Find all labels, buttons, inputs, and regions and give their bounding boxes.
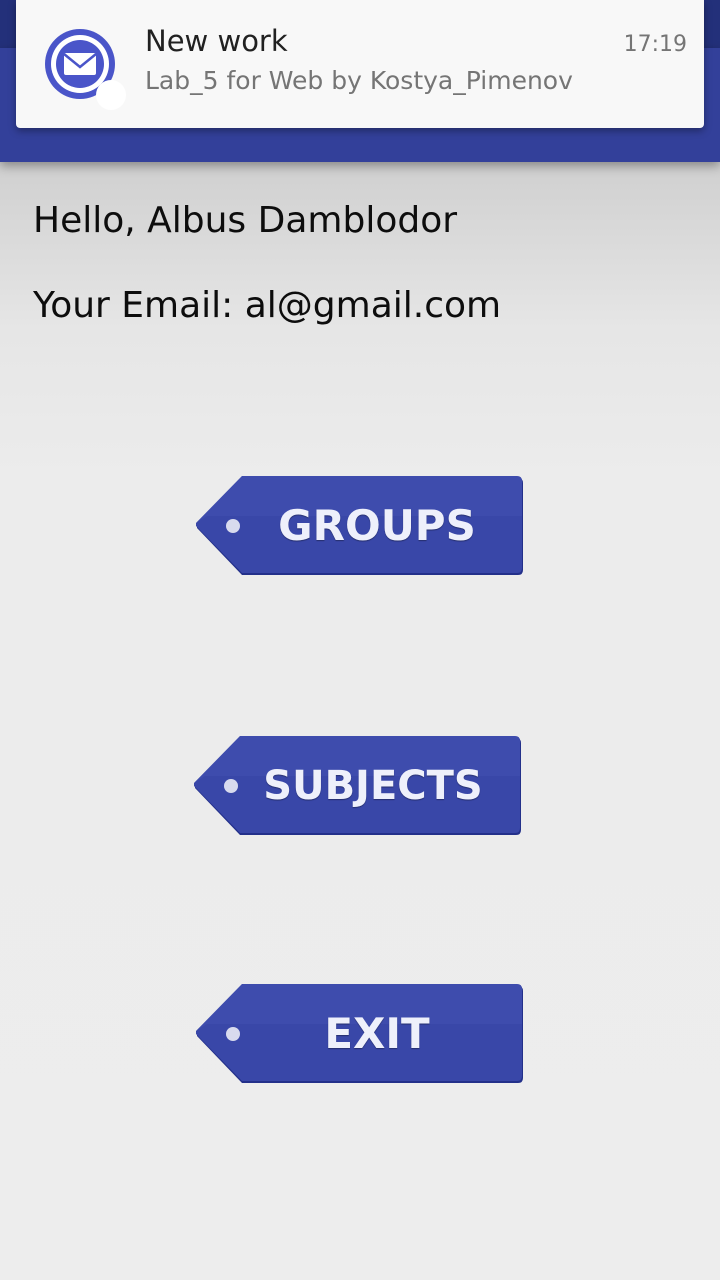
notification-time: 17:19 [623, 32, 687, 57]
subjects-button[interactable]: SUBJECTS [193, 736, 523, 838]
exit-button-label: EXIT [324, 1009, 430, 1058]
groups-button-label: GROUPS [278, 501, 476, 550]
subjects-button-label: SUBJECTS [263, 763, 483, 809]
exit-button[interactable]: EXIT [195, 984, 525, 1086]
notification-body: Lab_5 for Web by Kostya_Pimenov [145, 66, 573, 95]
notification-card[interactable]: New work Lab_5 for Web by Kostya_Pimenov… [16, 0, 704, 128]
notification-badge [96, 80, 126, 110]
email-text: Your Email: al@gmail.com [33, 285, 502, 326]
greeting-text: Hello, Albus Damblodor [33, 200, 458, 241]
groups-button[interactable]: GROUPS [195, 476, 525, 578]
notification-title: New work [145, 24, 288, 58]
